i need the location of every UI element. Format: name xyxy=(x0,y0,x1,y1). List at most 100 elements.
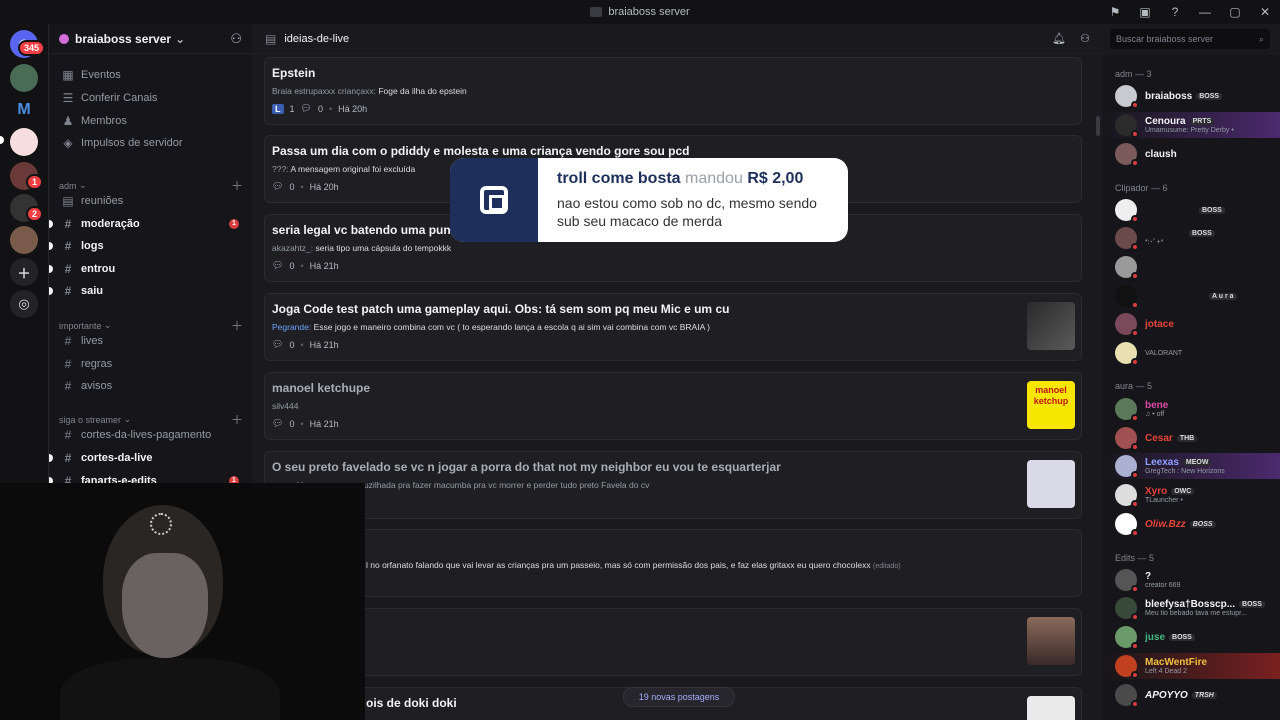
inbox-icon[interactable]: ▣ xyxy=(1130,0,1160,24)
member-item[interactable]: Leexas MEOW GregTech : New Horizons xyxy=(1103,453,1280,479)
sidebar-item-eventos[interactable]: ▦ Eventos xyxy=(57,64,245,86)
sidebar-item-conferir-canais[interactable]: ☰ Conferir Canais xyxy=(57,87,245,109)
forum-post[interactable]: O seu preto favelado se vc n jogar a por… xyxy=(264,451,1082,519)
bell-icon[interactable]: 🔔︎ xyxy=(1052,32,1066,45)
cap-logo-icon xyxy=(150,513,172,535)
server-icon[interactable] xyxy=(10,226,38,254)
member-item[interactable]: MacWentFire Left 4 Dead 2 xyxy=(1103,653,1280,679)
member-item[interactable]: BOSS xyxy=(1103,197,1280,223)
post-preview: l no orfanato falando que vai levar as c… xyxy=(366,560,871,570)
channel-logs[interactable]: # logs xyxy=(49,235,245,257)
channel-cortes-da-lives-pagamento[interactable]: # cortes-da-lives-pagamento xyxy=(57,424,245,446)
forum-post[interactable]: l no orfanato falando que vai levar as c… xyxy=(264,529,1082,597)
channel-saiu[interactable]: # saiu xyxy=(49,280,245,302)
post-author: akazahtz_: xyxy=(272,243,314,253)
member-item[interactable]: Cenoura PRTS Umamusume: Pretty Derby • xyxy=(1103,112,1280,138)
post-thumbnail[interactable] xyxy=(1027,302,1075,350)
active-server-pill xyxy=(0,136,4,144)
member-item[interactable]: BOSS *:･ﾟ+* xyxy=(1103,225,1280,251)
flag-icon[interactable]: ⚑ xyxy=(1100,0,1130,24)
reply-count: 0 xyxy=(317,103,323,114)
server-icon[interactable]: M xyxy=(10,96,38,124)
post-preview: A mensagem original foi excluída xyxy=(290,164,416,174)
help-icon[interactable]: ? xyxy=(1160,0,1190,24)
close-button[interactable]: ✕ xyxy=(1250,0,1280,24)
member-item[interactable]: jotace xyxy=(1103,311,1280,337)
donation-verb: mandou xyxy=(685,170,743,187)
post-title: Joga Code test patch uma gameplay aqui. … xyxy=(272,302,730,316)
server-header[interactable]: braiaboss server ⌄ ⚇ xyxy=(49,24,252,54)
title-bar: braiaboss server ⚑ ▣ ? — ▢ ✕ xyxy=(0,0,1280,24)
member-item[interactable]: bene ♫ • off xyxy=(1103,396,1280,422)
new-posts-button[interactable]: 19 novas postagens xyxy=(623,687,735,707)
member-item[interactable]: Cesar THB xyxy=(1103,425,1280,451)
post-thumbnail[interactable] xyxy=(1027,460,1075,508)
forum-post[interactable]: Epstein Braia estrupaxxx criançaxx: Foge… xyxy=(264,57,1082,125)
channel-moderacao[interactable]: # moderação 1 xyxy=(49,213,245,235)
hash-icon: # xyxy=(64,284,72,298)
feed-scrollbar[interactable] xyxy=(1096,116,1100,136)
donor-name: troll come bosta xyxy=(557,170,681,187)
server-boost-icon xyxy=(59,33,69,44)
member-item[interactable]: Xyro OWC TLauncher • xyxy=(1103,482,1280,508)
member-group-label: Edits — 5 xyxy=(1115,553,1155,563)
mention-badge: 1 xyxy=(229,219,239,229)
members-icon: ♟ xyxy=(62,114,74,128)
post-thumbnail[interactable] xyxy=(1027,696,1075,720)
post-preview: Esse jogo e maneiro combina com vc ( to … xyxy=(313,322,710,332)
member-item[interactable]: VALORANT xyxy=(1103,340,1280,366)
reply-icon: 💬︎ xyxy=(300,103,312,113)
channel-regras[interactable]: # regras xyxy=(57,353,245,375)
member-item[interactable]: braiaboss BOSS xyxy=(1103,83,1280,109)
member-list-icon[interactable]: ⚇ xyxy=(1080,32,1090,45)
channel-entrou[interactable]: # entrou xyxy=(49,258,245,280)
edited-label: (editado) xyxy=(872,563,901,570)
post-thumbnail[interactable]: manoel ketchup xyxy=(1027,381,1075,429)
unread-pill xyxy=(49,242,53,250)
server-badge: 1 xyxy=(26,174,44,190)
forum-post[interactable] xyxy=(264,608,1082,676)
hash-icon: # xyxy=(64,217,72,231)
post-thumbnail[interactable] xyxy=(1027,617,1075,665)
channel-lives[interactable]: # lives xyxy=(57,330,245,352)
mention-badge: 345 xyxy=(18,40,46,56)
app-icon xyxy=(590,7,603,17)
forum-post[interactable]: Joga Code test patch uma gameplay aqui. … xyxy=(264,293,1082,361)
webcam-overlay xyxy=(0,483,365,720)
server-name: braiaboss server xyxy=(75,31,172,46)
channel-reunioes[interactable]: ▤ reuniões xyxy=(57,190,245,212)
reply-icon: 💬︎ xyxy=(272,181,284,191)
reaction-emoji[interactable]: L xyxy=(272,103,284,114)
post-preview: Foge da ilha do epstein xyxy=(378,86,467,96)
search-icon: ⌕ xyxy=(1258,33,1264,44)
server-icon[interactable] xyxy=(10,64,38,92)
search-input[interactable]: Buscar braiaboss server ⌕ xyxy=(1110,29,1270,49)
invite-icon[interactable]: ⚇ xyxy=(230,31,242,47)
channel-cortes-da-live[interactable]: # cortes-da-live xyxy=(49,447,245,469)
discover-icon[interactable]: ◎ xyxy=(10,290,38,318)
unread-pill xyxy=(49,454,53,462)
member-item[interactable]: Oliw.Bzz BOSS xyxy=(1103,511,1280,537)
post-title: Epstein xyxy=(272,66,316,80)
reply-count: 0 xyxy=(289,339,295,350)
reply-icon: 💬︎ xyxy=(272,260,284,270)
post-author: Pegrande: xyxy=(272,322,312,332)
maximize-button[interactable]: ▢ xyxy=(1220,0,1250,24)
channel-avisos[interactable]: # avisos xyxy=(57,375,245,397)
member-item[interactable]: APOYYO TRSH xyxy=(1103,682,1280,708)
add-server-icon[interactable]: ＋ xyxy=(10,258,38,286)
member-item[interactable] xyxy=(1103,254,1280,280)
server-icon[interactable] xyxy=(10,128,38,156)
member-item[interactable]: A u r a xyxy=(1103,283,1280,309)
member-item[interactable]: ? creator 669 xyxy=(1103,567,1280,593)
forum-post[interactable]: manoel ketchupe silv444 💬︎ 0 • Há 21h manoe… xyxy=(264,372,1082,440)
member-item[interactable]: bleefysa†Bosscp... BOSS Meu tio bebado tav… xyxy=(1103,595,1280,621)
member-item[interactable]: juse BOSS xyxy=(1103,624,1280,650)
minimize-button[interactable]: — xyxy=(1190,0,1220,24)
post-time: Há 21h xyxy=(309,260,339,271)
hash-icon: # xyxy=(64,451,72,465)
sidebar-item-impulsos[interactable]: ◈ Impulsos de servidor xyxy=(57,132,245,154)
member-item[interactable]: claush xyxy=(1103,141,1280,167)
sidebar-item-membros[interactable]: ♟ Membros xyxy=(57,110,245,132)
channel-header: ▤ ideias-de-live 🔔︎ ⚇ xyxy=(253,24,1102,54)
